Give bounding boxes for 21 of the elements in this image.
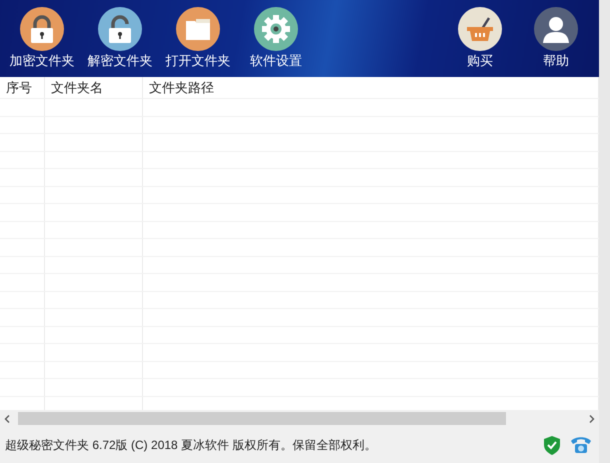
open-padlock-icon	[98, 7, 142, 51]
toolbar-button[interactable]: 帮助	[519, 0, 593, 77]
padlock-icon	[20, 7, 64, 51]
folder-icon	[176, 7, 220, 51]
settings-icon	[254, 7, 298, 51]
toolbar-button[interactable]: 打开文件夹	[160, 0, 236, 77]
scroll-left-icon[interactable]	[4, 414, 10, 422]
status-text: 超级秘密文件夹 6.72版 (C) 2018 夏冰软件 版权所有。保留全部权利。	[5, 437, 376, 454]
toolbar-button[interactable]: 软件设置	[238, 0, 314, 77]
toolbar-button[interactable]: 加密文件夹	[4, 0, 80, 77]
telephone-icon	[570, 436, 592, 454]
basket-icon	[458, 7, 502, 51]
column-header[interactable]: 文件夹名	[51, 78, 103, 98]
toolbar-button[interactable]: 解密文件夹	[82, 0, 158, 77]
scrollbar-thumb[interactable]	[18, 412, 506, 425]
column-header[interactable]: 文件夹路径	[149, 78, 214, 98]
toolbar-button[interactable]: 购买	[443, 0, 517, 77]
person-icon	[534, 7, 578, 51]
shield-check-icon	[544, 436, 560, 454]
column-header[interactable]: 序号	[6, 78, 32, 98]
scroll-right-icon[interactable]	[589, 414, 595, 422]
